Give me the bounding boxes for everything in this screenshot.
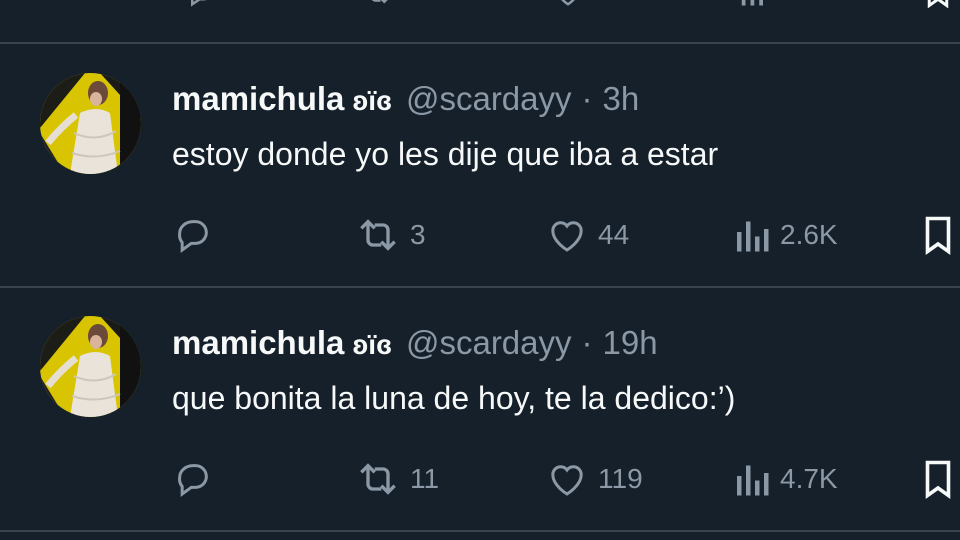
tweet-actions: 3 44 2.6K bbox=[0, 213, 960, 257]
name-emoji: ʚïɞ bbox=[352, 329, 392, 360]
heart-icon bbox=[551, 221, 583, 252]
avatar[interactable] bbox=[40, 316, 141, 417]
heart-icon[interactable] bbox=[550, 0, 586, 8]
retweet-count: 3 bbox=[410, 219, 426, 250]
views-icon bbox=[737, 221, 769, 252]
timestamp[interactable]: 3h bbox=[603, 79, 640, 119]
bookmark-icon bbox=[925, 216, 951, 255]
tweet-header: mamichula ʚïɞ @scardayy · 19h bbox=[172, 323, 658, 363]
tweet[interactable]: mamichula ʚïɞ @scardayy · 19h que bonita… bbox=[0, 288, 960, 530]
tweet-divider bbox=[0, 530, 960, 532]
views-icon[interactable] bbox=[736, 0, 770, 8]
tweet[interactable]: mamichula ʚïɞ @scardayy · 3h estoy donde… bbox=[0, 44, 960, 286]
tweet-header: mamichula ʚïɞ @scardayy · 3h bbox=[172, 79, 639, 119]
reply-icon bbox=[178, 220, 208, 253]
retweet-button[interactable]: 11 bbox=[356, 457, 439, 501]
previous-tweet-actions bbox=[0, 0, 960, 8]
retweet-icon bbox=[360, 219, 396, 251]
reply-button[interactable] bbox=[173, 457, 213, 501]
tweet-actions: 11 119 4.7K bbox=[0, 457, 960, 501]
like-count: 44 bbox=[598, 219, 630, 250]
heart-icon bbox=[551, 465, 583, 496]
views-count: 4.7K bbox=[780, 463, 838, 494]
avatar[interactable] bbox=[40, 73, 141, 174]
name-emoji: ʚïɞ bbox=[352, 85, 392, 116]
views-button[interactable]: 4.7K bbox=[734, 457, 838, 501]
display-name[interactable]: mamichula bbox=[172, 79, 344, 119]
timeline: mamichula ʚïɞ @scardayy · 3h estoy donde… bbox=[0, 0, 960, 540]
retweet-icon bbox=[360, 463, 396, 495]
like-button[interactable]: 44 bbox=[546, 213, 629, 257]
retweet-button[interactable]: 3 bbox=[356, 213, 426, 257]
reply-icon[interactable] bbox=[184, 0, 218, 8]
bookmark-button[interactable] bbox=[920, 213, 956, 257]
views-button[interactable]: 2.6K bbox=[734, 213, 838, 257]
display-name[interactable]: mamichula bbox=[172, 323, 344, 363]
like-count: 119 bbox=[598, 463, 643, 494]
bookmark-icon[interactable] bbox=[922, 0, 954, 8]
reply-button[interactable] bbox=[173, 213, 213, 257]
views-count: 2.6K bbox=[780, 219, 838, 250]
views-icon bbox=[737, 465, 769, 496]
retweet-count: 11 bbox=[410, 463, 440, 494]
reply-icon bbox=[178, 464, 208, 497]
like-button[interactable]: 119 bbox=[546, 457, 643, 501]
timestamp[interactable]: 19h bbox=[603, 323, 658, 363]
user-handle[interactable]: @scardayy bbox=[406, 79, 572, 119]
bookmark-button[interactable] bbox=[920, 457, 956, 501]
user-handle[interactable]: @scardayy bbox=[406, 323, 572, 363]
tweet-text: estoy donde yo les dije que iba a estar bbox=[172, 136, 719, 172]
bookmark-icon bbox=[925, 460, 951, 499]
tweet-text: que bonita la luna de hoy, te la dedico:… bbox=[172, 380, 736, 416]
separator-dot: · bbox=[581, 80, 593, 117]
retweet-icon[interactable] bbox=[356, 0, 400, 8]
separator-dot: · bbox=[581, 324, 593, 361]
